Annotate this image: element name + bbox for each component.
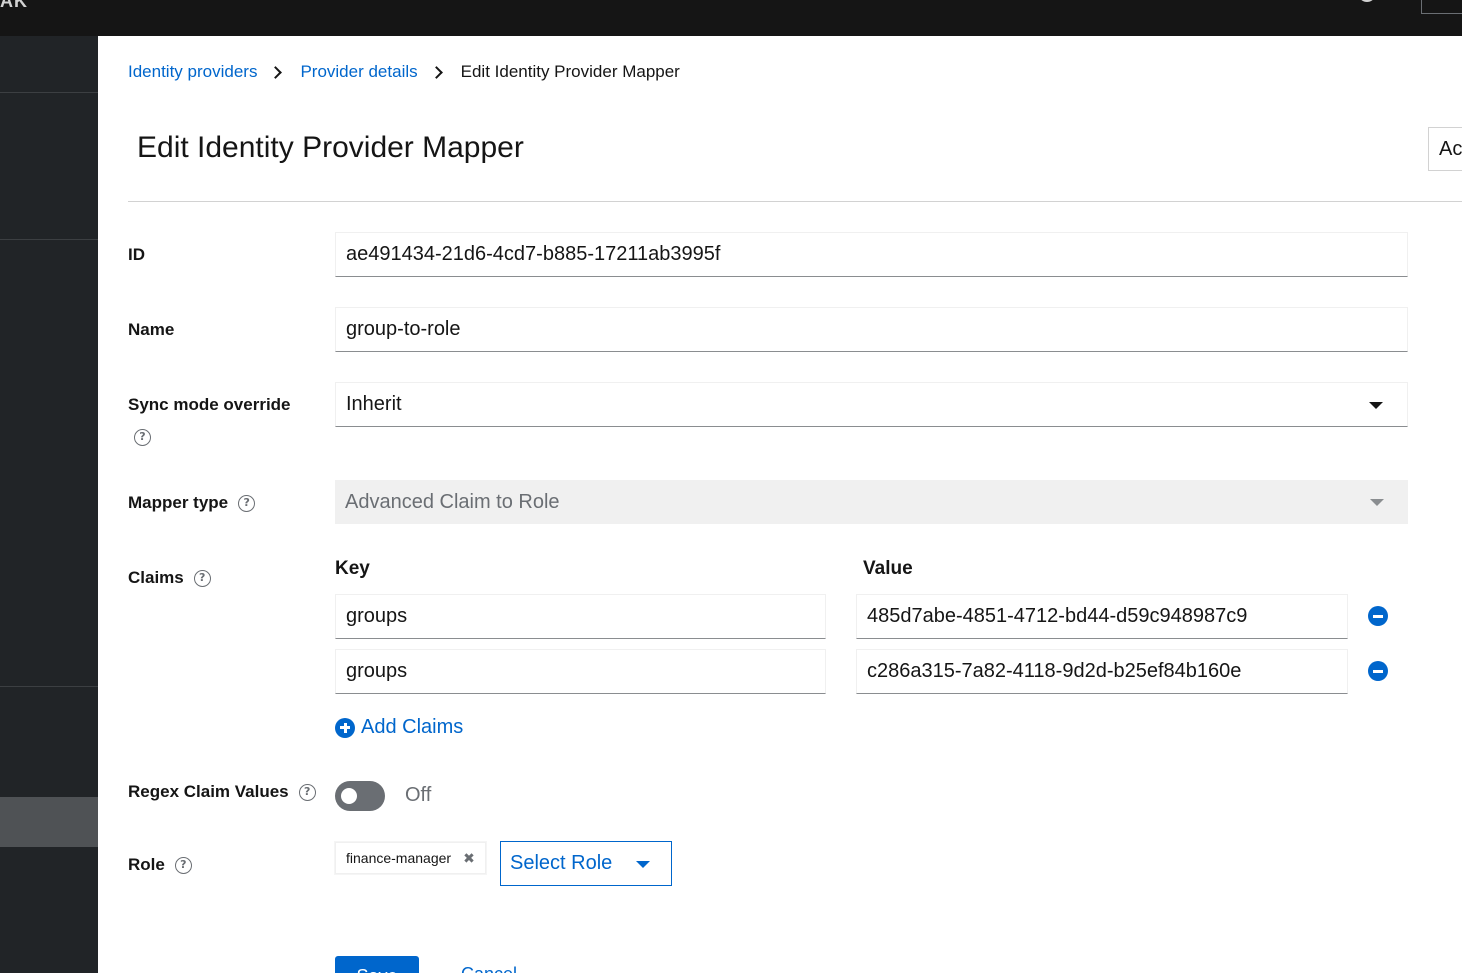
help-icon[interactable]: ? — [134, 429, 151, 446]
role-chip: finance-manager ✖ — [335, 842, 486, 874]
select-role-dropdown[interactable]: Select Role — [500, 841, 672, 886]
claims-key-header: Key — [335, 558, 370, 579]
claims-label: Claims ? — [128, 568, 211, 588]
mapper-type-label: Mapper type ? — [128, 493, 256, 513]
id-label: ID — [128, 245, 145, 264]
breadcrumb-current: Edit Identity Provider Mapper — [460, 62, 680, 81]
breadcrumb-identity-providers[interactable]: Identity providers — [128, 62, 257, 82]
claims-value-header: Value — [863, 558, 913, 579]
breadcrumb-provider-details[interactable]: Provider details — [300, 62, 417, 82]
sync-mode-select[interactable]: Inherit — [335, 382, 1408, 427]
remove-claim-icon[interactable] — [1368, 661, 1388, 681]
name-label: Name — [128, 320, 175, 339]
name-field[interactable]: group-to-role — [335, 307, 1408, 352]
help-icon[interactable]: ? — [298, 783, 316, 801]
divider — [128, 201, 1462, 202]
remove-claim-icon[interactable] — [1368, 606, 1388, 626]
role-label: Role ? — [128, 855, 192, 875]
help-icon[interactable] — [1360, 0, 1374, 2]
claim-value-input[interactable]: 485d7abe-4851-4712-bd44-d59c948987c9 — [856, 594, 1348, 639]
claim-key-input[interactable]: groups — [335, 649, 826, 694]
sidebar-divider — [0, 239, 98, 240]
brand-logo[interactable]: AK — [0, 0, 28, 12]
close-icon[interactable]: ✖ — [463, 850, 475, 867]
claim-value-input[interactable]: c286a315-7a82-4118-9d2d-b25ef84b160e — [856, 649, 1348, 694]
masthead: AK — [0, 0, 1462, 36]
action-dropdown-button[interactable]: Ac — [1428, 127, 1462, 171]
main-content: Identity providers Provider details Edit… — [98, 36, 1462, 973]
claim-key-input[interactable]: groups — [335, 594, 826, 639]
chevron-right-icon — [429, 65, 443, 79]
breadcrumb: Identity providers Provider details Edit… — [128, 61, 680, 83]
caret-down-icon — [636, 861, 650, 868]
add-claims-button[interactable]: Add Claims — [335, 716, 463, 739]
cancel-button[interactable]: Cancel — [461, 964, 517, 973]
chevron-right-icon — [269, 65, 283, 79]
page-title: Edit Identity Provider Mapper — [137, 131, 524, 164]
help-icon[interactable]: ? — [193, 569, 211, 587]
toggle-knob — [341, 788, 357, 804]
sidebar-nav — [0, 36, 98, 973]
sidebar-item-identity-providers[interactable] — [0, 797, 98, 847]
sync-mode-label: Sync mode override — [128, 395, 291, 414]
id-field[interactable]: ae491434-21d6-4cd7-b885-17211ab3995f — [335, 232, 1408, 277]
user-menu[interactable] — [1421, 0, 1462, 14]
mapper-type-select: Advanced Claim to Role — [335, 480, 1408, 524]
regex-toggle-state: Off — [405, 784, 432, 806]
caret-down-icon — [1369, 401, 1383, 409]
sidebar-divider — [0, 92, 98, 93]
caret-down-icon — [1370, 499, 1384, 506]
regex-toggle[interactable] — [335, 781, 385, 811]
plus-circle-icon — [335, 717, 355, 738]
help-icon[interactable]: ? — [174, 856, 192, 874]
regex-label: Regex Claim Values ? — [128, 782, 316, 802]
sidebar-divider — [0, 686, 98, 687]
save-button[interactable]: Save — [335, 956, 419, 973]
help-icon[interactable]: ? — [238, 494, 256, 512]
